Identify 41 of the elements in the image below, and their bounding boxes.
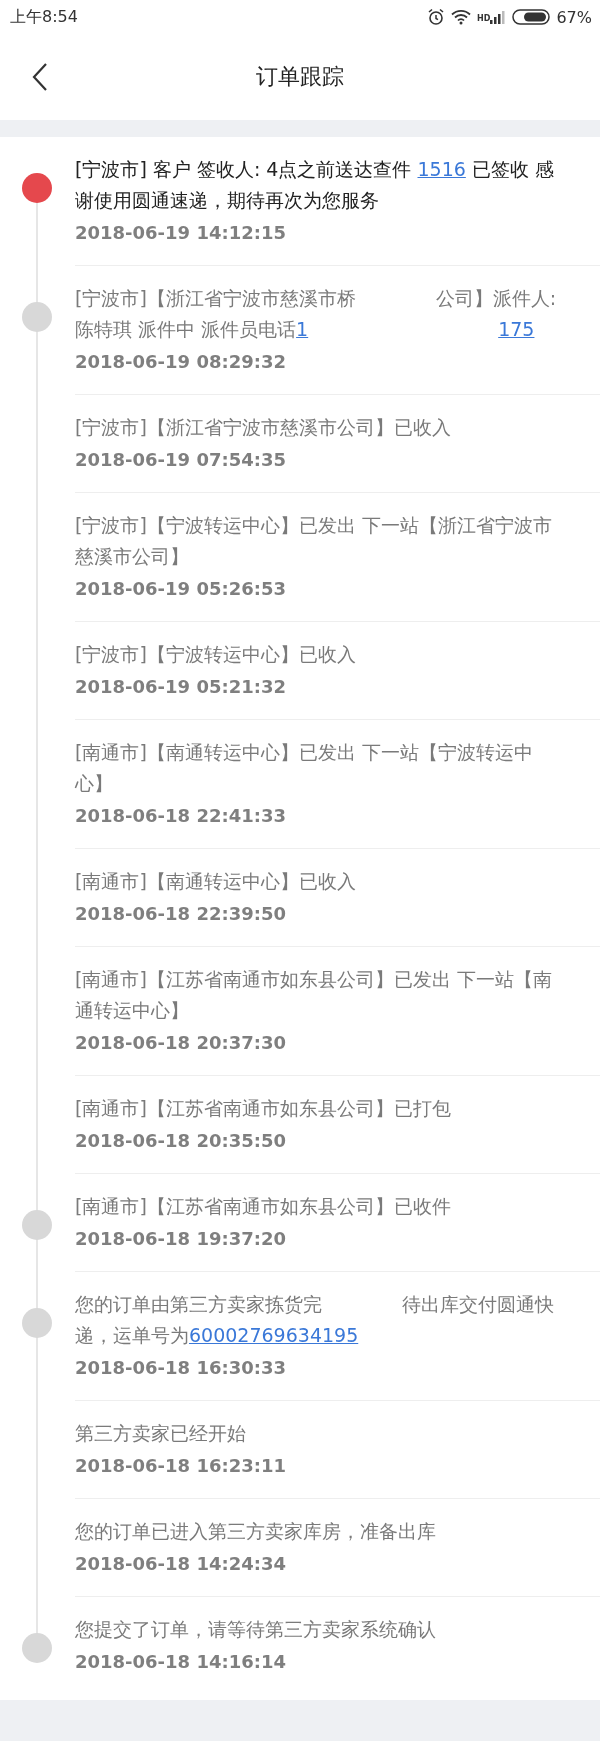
event-time: 2018-06-19 14:12:15 <box>75 221 287 245</box>
number-link[interactable]: 1 <box>296 318 309 340</box>
event-time: 2018-06-18 14:24:34 <box>75 1552 287 1576</box>
event-text: [宁波市]【宁波转运中心】已收入 <box>75 642 357 667</box>
signal-icon <box>490 10 507 24</box>
event-time: 2018-06-19 05:21:32 <box>75 675 287 699</box>
event-text: [南通市]【江苏省南通市如东县公司】已打包 <box>75 1096 452 1121</box>
status-time: 上午8:54 <box>10 6 78 28</box>
event-text: 您的订单已进入第三方卖家库房，准备出库 <box>75 1519 437 1544</box>
back-button[interactable] <box>32 61 50 93</box>
number-link[interactable]: 60002769634195 <box>189 1324 359 1346</box>
event-text: [南通市]【南通转运中心】已发出 下一站【宁波转运中心】 <box>75 740 534 796</box>
event-text: [宁波市]【浙江省宁波市慈溪市桥 公司】派件人: 陈特琪 派件中 派件员电话1 175 <box>75 286 558 342</box>
event-time: 2018-06-18 20:35:50 <box>75 1129 287 1153</box>
event-text: [南通市]【南通转运中心】已收入 <box>75 869 357 894</box>
event-text: [宁波市]【浙江省宁波市慈溪市公司】已收入 <box>75 415 452 440</box>
event-text: 您的订单由第三方卖家拣货完 待出库交付圆通快递，运单号为60002769634195 <box>75 1292 555 1348</box>
number-link[interactable]: 175 <box>498 318 535 340</box>
event-text: [宁波市]【宁波转运中心】已发出 下一站【浙江省宁波市慈溪市公司】 <box>75 513 553 569</box>
event-text: 第三方卖家已经开始 <box>75 1421 247 1446</box>
number-link[interactable]: 1516 <box>417 158 466 180</box>
event-time: 2018-06-18 14:16:14 <box>75 1650 287 1674</box>
event-time: 2018-06-18 16:30:33 <box>75 1356 287 1380</box>
page-title: 订单跟踪 <box>256 63 344 91</box>
event-text: 您提交了订单，请等待第三方卖家系统确认 <box>75 1617 437 1642</box>
event-text: [宁波市] 客户 签收人: 4点之前送达查件 1516 已签收 感谢使用圆通速递，期待再次为您服务 <box>75 157 555 213</box>
event-time: 2018-06-18 16:23:11 <box>75 1454 287 1478</box>
event-time: 2018-06-18 22:39:50 <box>75 902 287 926</box>
event-time: 2018-06-18 19:37:20 <box>75 1227 287 1251</box>
alarm-icon <box>427 8 446 26</box>
network-label: HD <box>477 13 491 23</box>
event-time: 2018-06-19 05:26:53 <box>75 577 287 601</box>
event-time: 2018-06-18 22:41:33 <box>75 804 287 828</box>
event-time: 2018-06-18 20:37:30 <box>75 1031 287 1055</box>
event-text: [南通市]【江苏省南通市如东县公司】已发出 下一站【南通转运中心】 <box>75 967 553 1023</box>
battery-percent: 67% <box>556 7 592 27</box>
event-text: [南通市]【江苏省南通市如东县公司】已收件 <box>75 1194 452 1219</box>
battery-icon <box>512 9 551 25</box>
wifi-icon <box>451 9 472 25</box>
event-time: 2018-06-19 07:54:35 <box>75 448 287 472</box>
event-time: 2018-06-19 08:29:32 <box>75 350 287 374</box>
